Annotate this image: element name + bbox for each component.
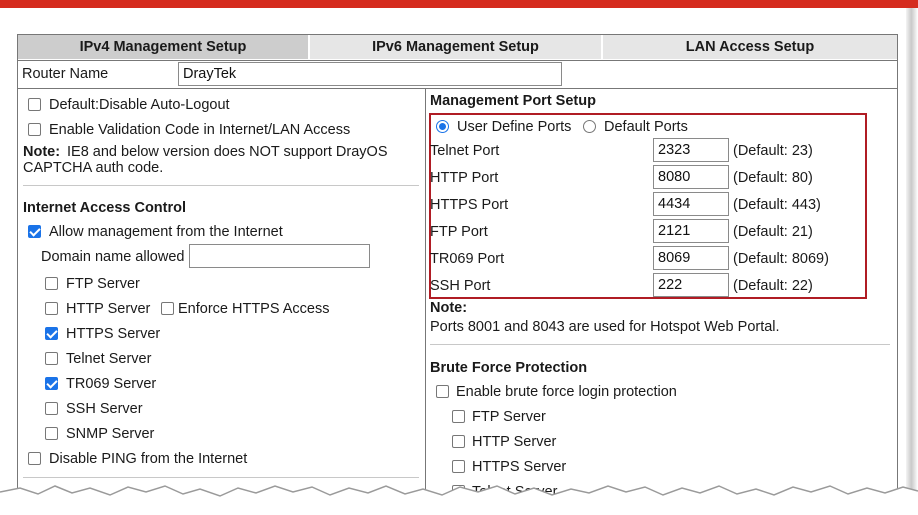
https-port-input[interactable]: [653, 192, 729, 216]
ssh-port-input[interactable]: [653, 273, 729, 297]
telnet-server-checkbox[interactable]: [45, 352, 58, 365]
router-name-label: Router Name: [22, 66, 109, 82]
default-ports-radio[interactable]: [583, 120, 596, 133]
divider: [23, 185, 419, 186]
https-port-default: (Default: 443): [733, 197, 821, 213]
router-name-row: Router Name: [18, 60, 897, 89]
domain-name-label: Domain name allowed: [41, 249, 185, 265]
user-define-ports-radio[interactable]: [436, 120, 449, 133]
tr069-port-label: TR069 Port: [430, 251, 505, 267]
default-ports-label: Default Ports: [604, 119, 688, 135]
https-port-label: HTTPS Port: [430, 197, 509, 213]
ftp-port-default: (Default: 21): [733, 224, 813, 240]
https-server-checkbox[interactable]: [45, 327, 58, 340]
http-server-label: HTTP Server: [66, 301, 151, 317]
port-note-text: Ports 8001 and 8043 are used for Hotspot…: [430, 319, 780, 335]
brute-force-protection-title: Brute Force Protection: [430, 360, 588, 376]
ftp-port-input[interactable]: [653, 219, 729, 243]
tr069-server-label: TR069 Server: [66, 376, 157, 392]
telnet-port-input[interactable]: [653, 138, 729, 162]
management-port-setup-title: Management Port Setup: [430, 93, 596, 109]
divider: [430, 344, 890, 345]
brute-ftp-server-label: FTP Server: [472, 409, 546, 425]
tab-ipv6-management[interactable]: IPv6 Management Setup: [310, 35, 601, 59]
telnet-server-label: Telnet Server: [66, 351, 152, 367]
ssh-server-checkbox[interactable]: [45, 402, 58, 415]
brute-ftp-server-checkbox[interactable]: [452, 410, 465, 423]
tr069-server-checkbox[interactable]: [45, 377, 58, 390]
disable-auto-logout-checkbox[interactable]: [28, 98, 41, 111]
snmp-server-checkbox[interactable]: [45, 427, 58, 440]
page-shadow: [906, 8, 918, 515]
port-settings: User Define Ports Default Ports Telnet P…: [426, 113, 897, 313]
router-name-input[interactable]: [178, 62, 562, 86]
top-red-bar: [0, 0, 918, 8]
brute-force-enable-label: Enable brute force login protection: [456, 384, 677, 400]
brute-force-enable-checkbox[interactable]: [436, 385, 449, 398]
snmp-server-label: SNMP Server: [66, 426, 155, 442]
enforce-https-checkbox[interactable]: [161, 302, 174, 315]
validation-code-checkbox[interactable]: [28, 123, 41, 136]
enforce-https-label: Enforce HTTPS Access: [178, 301, 330, 317]
telnet-port-label: Telnet Port: [430, 143, 500, 159]
brute-http-server-checkbox[interactable]: [452, 435, 465, 448]
internet-access-control-title: Internet Access Control: [23, 200, 187, 216]
http-port-label: HTTP Port: [430, 170, 499, 186]
tab-ipv4-management[interactable]: IPv4 Management Setup: [18, 35, 308, 59]
disable-ping-checkbox[interactable]: [28, 452, 41, 465]
ssh-port-default: (Default: 22): [733, 278, 813, 294]
http-port-input[interactable]: [653, 165, 729, 189]
disable-ping-label: Disable PING from the Internet: [49, 451, 248, 467]
torn-edge: [0, 485, 918, 515]
domain-name-input[interactable]: [189, 244, 370, 268]
ftp-port-label: FTP Port: [430, 224, 488, 240]
left-column: Default:Disable Auto-Logout Enable Valid…: [18, 88, 425, 505]
allow-management-checkbox[interactable]: [28, 225, 41, 238]
tr069-port-default: (Default: 8069): [733, 251, 829, 267]
management-setup-panel: IPv4 Management Setup IPv6 Management Se…: [17, 34, 898, 506]
https-server-label: HTTPS Server: [66, 326, 161, 342]
port-note-label: Note:: [430, 300, 468, 316]
right-column-lower: Note: Ports 8001 and 8043 are used for H…: [426, 297, 897, 505]
ssh-server-label: SSH Server: [66, 401, 143, 417]
telnet-port-default: (Default: 23): [733, 143, 813, 159]
user-define-ports-label: User Define Ports: [457, 119, 572, 135]
tr069-port-input[interactable]: [653, 246, 729, 270]
ssh-port-label: SSH Port: [430, 278, 491, 294]
validation-code-label: Enable Validation Code in Internet/LAN A…: [49, 122, 351, 138]
brute-http-server-label: HTTP Server: [472, 434, 557, 450]
ftp-server-checkbox[interactable]: [45, 277, 58, 290]
http-server-checkbox[interactable]: [45, 302, 58, 315]
disable-auto-logout-label: Default:Disable Auto-Logout: [49, 97, 230, 113]
note-text-line2: CAPTCHA auth code.: [23, 160, 164, 176]
http-port-default: (Default: 80): [733, 170, 813, 186]
allow-management-label: Allow management from the Internet: [49, 224, 283, 240]
ftp-server-label: FTP Server: [66, 276, 140, 292]
brute-https-server-label: HTTPS Server: [472, 459, 567, 475]
brute-https-server-checkbox[interactable]: [452, 460, 465, 473]
tab-lan-access[interactable]: LAN Access Setup: [603, 35, 897, 59]
tab-bar: IPv4 Management Setup IPv6 Management Se…: [18, 35, 897, 59]
